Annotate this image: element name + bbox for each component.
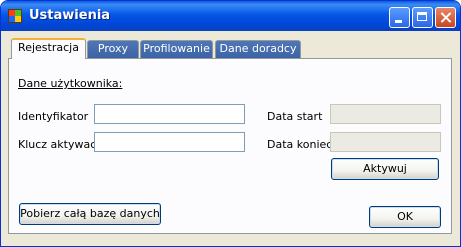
date-end-label: Data koniec — [267, 138, 333, 151]
activation-key-label: Klucz aktywacji — [18, 138, 103, 151]
title-bar[interactable]: Ustawienia — [1, 1, 460, 31]
activate-button[interactable]: Aktywuj — [331, 158, 439, 180]
identifier-label: Identyfikator — [18, 110, 89, 123]
date-start-label: Data start — [267, 110, 323, 123]
tab-rejestracja[interactable]: Rejestracja — [11, 38, 86, 59]
tab-proxy[interactable]: Proxy — [87, 40, 139, 58]
date-start-field — [330, 104, 441, 124]
tab-dane-doradcy[interactable]: Dane doradcy — [215, 40, 301, 58]
identifier-input[interactable] — [94, 104, 245, 124]
date-end-field — [330, 132, 441, 152]
minimize-icon[interactable] — [389, 7, 410, 28]
maximize-icon[interactable] — [412, 7, 433, 28]
ok-button[interactable]: OK — [369, 206, 441, 228]
download-database-button[interactable]: Pobierz całą bazę danych — [19, 203, 161, 225]
section-title-user-data: Dane użytkownika: — [18, 77, 123, 90]
tab-profilowanie[interactable]: Profilowanie — [140, 40, 213, 58]
app-icon — [8, 9, 22, 23]
close-icon[interactable] — [435, 7, 456, 28]
activation-key-input[interactable] — [94, 132, 245, 152]
settings-window: Ustawienia Rejestracja Proxy Profilowani… — [0, 0, 461, 247]
window-title: Ustawienia — [29, 8, 111, 23]
